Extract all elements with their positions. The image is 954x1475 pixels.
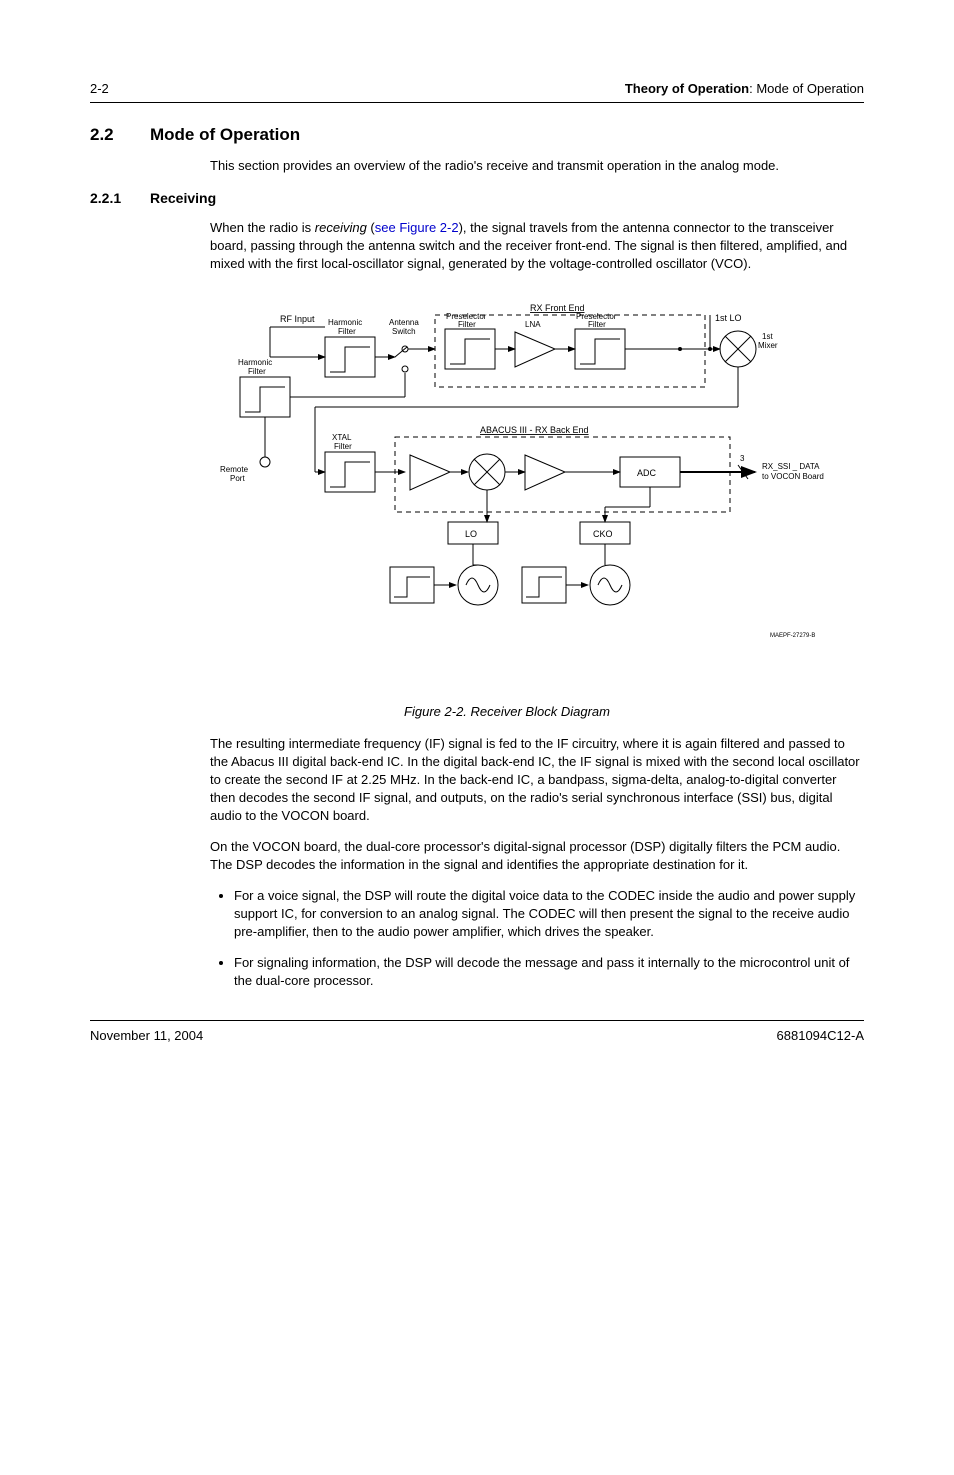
running-title: Theory of Operation: Mode of Operation (625, 80, 864, 98)
label-maepf: MAEPF-27279-B (770, 633, 815, 639)
label-xtal-filter: XTALFilter (332, 433, 352, 451)
label-antenna-switch: AntennaSwitch (389, 318, 419, 336)
footer: November 11, 2004 6881094C12-A (90, 1027, 864, 1045)
receiver-block-diagram-svg: RF Input HarmonicFilter AntennaSwitch RX… (210, 297, 850, 677)
header-rule (90, 102, 864, 103)
list-item: For a voice signal, the DSP will route t… (234, 887, 864, 942)
label-adc: ADC (637, 468, 657, 478)
section-heading: 2.2 Mode of Operation (90, 123, 864, 147)
page-number: 2-2 (90, 80, 109, 98)
para-pre: When the radio is (210, 220, 315, 235)
figure-block-diagram: RF Input HarmonicFilter AntennaSwitch RX… (210, 297, 864, 682)
after-figure-p1: The resulting intermediate frequency (IF… (210, 735, 864, 826)
para-em: receiving (315, 220, 367, 235)
subsection-para: When the radio is receiving (see Figure … (210, 219, 864, 274)
after-figure-p2: On the VOCON board, the dual-core proces… (210, 838, 864, 874)
label-to-vocon: to VOCON Board (762, 472, 824, 481)
footer-date: November 11, 2004 (90, 1027, 203, 1045)
label-preselector-1: PreselectorFilter (446, 312, 487, 329)
section-intro: This section provides an overview of the… (210, 157, 864, 175)
running-title-bold: Theory of Operation (625, 81, 749, 96)
subsection-number: 2.2.1 (90, 189, 150, 209)
running-title-rest: : Mode of Operation (749, 81, 864, 96)
label-bus-count: 3 (740, 454, 745, 463)
subsection-title: Receiving (150, 189, 216, 209)
label-lo: LO (465, 529, 477, 539)
label-remote-port: RemotePort (220, 465, 249, 483)
figure-caption: Figure 2-2. Receiver Block Diagram (150, 703, 864, 721)
label-harmonic-filter-inner: HarmonicFilter (328, 318, 362, 336)
label-first-lo: 1st LO (715, 313, 742, 323)
label-abacus-back-end: ABACUS III - RX Back End (480, 425, 589, 435)
label-cko: CKO (593, 529, 613, 539)
section-number: 2.2 (90, 123, 150, 147)
label-lna: LNA (525, 320, 541, 329)
section-title: Mode of Operation (150, 123, 300, 147)
label-rf-input: RF Input (280, 314, 315, 324)
figure-link[interactable]: see Figure 2-2 (375, 220, 459, 235)
para-space: ( (367, 220, 375, 235)
label-first-mixer: 1stMixer (758, 332, 778, 350)
label-preselector-2: PreselectorFilter (576, 312, 617, 329)
bullet-list: For a voice signal, the DSP will route t… (210, 887, 864, 990)
running-header: 2-2 Theory of Operation: Mode of Operati… (90, 80, 864, 98)
list-item: For signaling information, the DSP will … (234, 954, 864, 990)
footer-rule (90, 1020, 864, 1021)
label-rx-ssi-data: RX_SSI _ DATA (762, 462, 820, 471)
footer-docnum: 6881094C12-A (777, 1027, 864, 1045)
label-harmonic-filter-outer: HarmonicFilter (238, 358, 272, 376)
subsection-heading: 2.2.1 Receiving (90, 189, 864, 209)
